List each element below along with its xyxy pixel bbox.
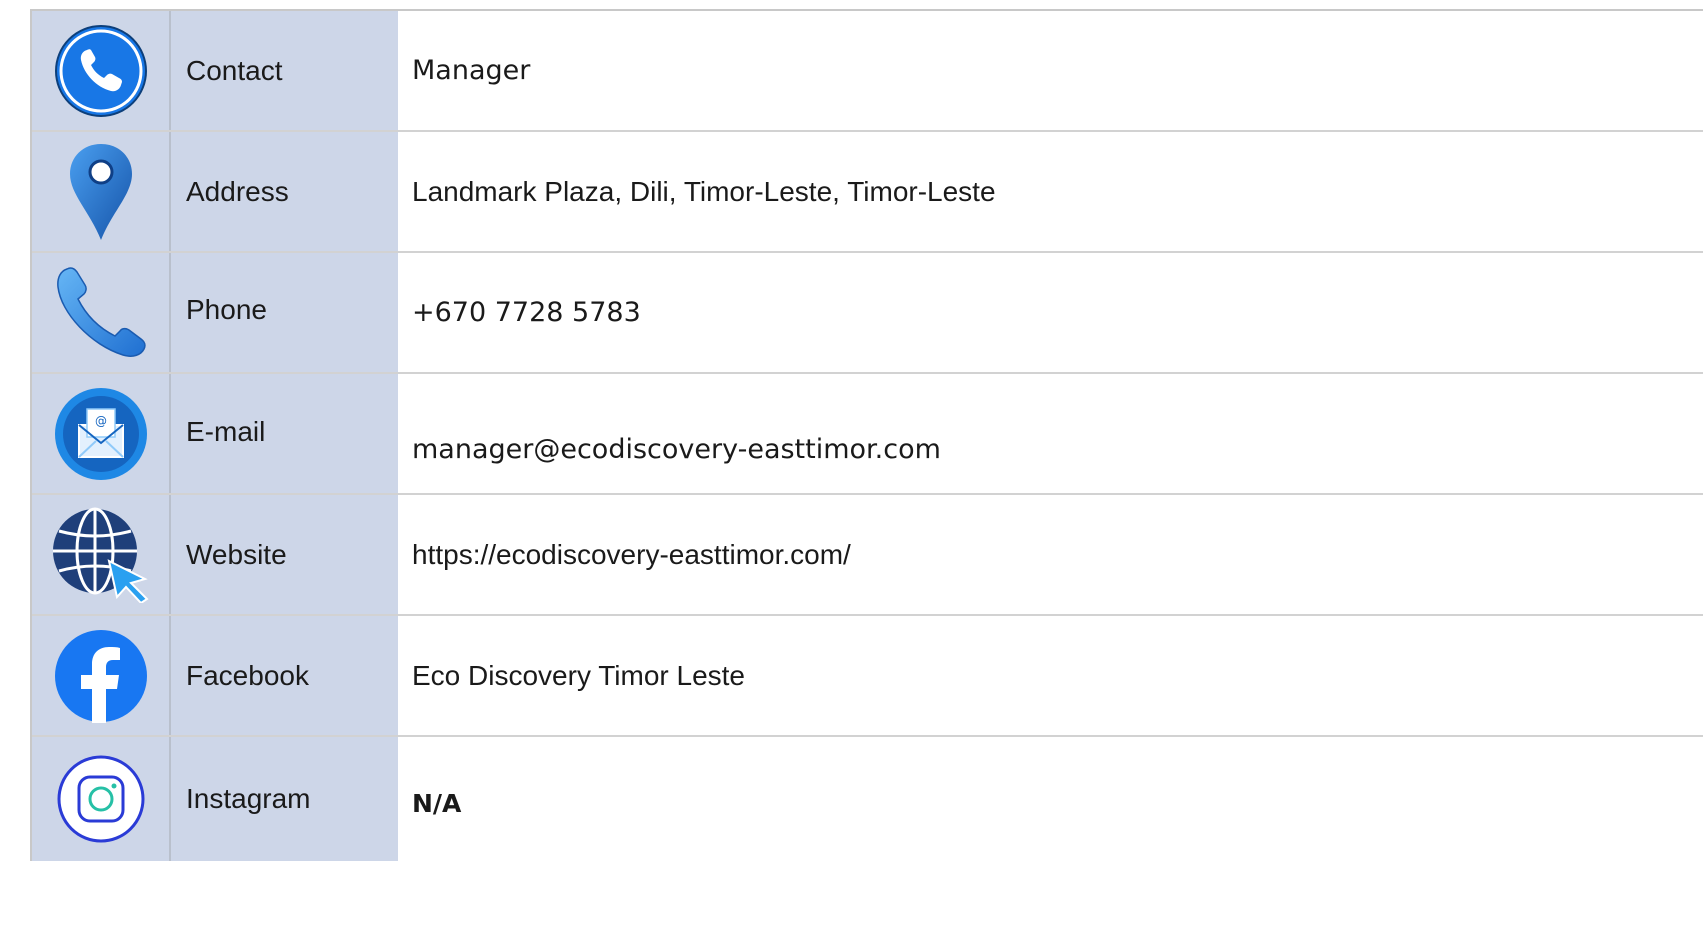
row-label: Phone bbox=[171, 253, 398, 372]
table-row-facebook: Facebook Eco Discovery Timor Leste bbox=[32, 616, 1703, 737]
row-value: N/A bbox=[398, 737, 1703, 861]
row-label: Address bbox=[171, 132, 398, 251]
phone-circle-icon bbox=[54, 24, 147, 117]
website-link[interactable]: https://ecodiscovery-easttimor.com/ bbox=[398, 495, 1703, 614]
icon-cell bbox=[32, 11, 171, 130]
icon-cell bbox=[32, 616, 171, 735]
icon-cell: @ bbox=[32, 374, 171, 493]
icon-cell bbox=[32, 737, 171, 861]
contact-table: Contact Manager Address Landmark Plaza, … bbox=[30, 9, 1703, 861]
icon-cell bbox=[32, 132, 171, 251]
icon-cell bbox=[32, 253, 171, 372]
instagram-icon bbox=[57, 755, 144, 843]
table-row-instagram: Instagram N/A bbox=[32, 737, 1703, 861]
globe-cursor-icon bbox=[52, 507, 149, 603]
row-value: Eco Discovery Timor Leste bbox=[398, 616, 1703, 735]
table-row-website: Website https://ecodiscovery-easttimor.c… bbox=[32, 495, 1703, 616]
svg-text:@: @ bbox=[95, 414, 107, 428]
row-label: E-mail bbox=[171, 374, 398, 493]
facebook-icon bbox=[54, 629, 147, 723]
row-label: Website bbox=[171, 495, 398, 614]
table-row-address: Address Landmark Plaza, Dili, Timor-Lest… bbox=[32, 132, 1703, 253]
table-row-contact: Contact Manager bbox=[32, 11, 1703, 132]
row-value: +670 7728 5783 bbox=[398, 253, 1703, 372]
row-label: Instagram bbox=[171, 737, 398, 861]
table-row-email: @ E-mail manager@ecodiscovery-easttimor.… bbox=[32, 374, 1703, 495]
row-value: Landmark Plaza, Dili, Timor-Leste, Timor… bbox=[398, 132, 1703, 251]
phone-handset-icon bbox=[56, 266, 146, 357]
row-label: Contact bbox=[171, 11, 398, 130]
email-icon: @ bbox=[54, 387, 147, 480]
icon-cell bbox=[32, 495, 171, 614]
row-label: Facebook bbox=[171, 616, 398, 735]
row-value: manager@ecodiscovery-easttimor.com bbox=[398, 374, 1703, 493]
map-pin-icon bbox=[69, 143, 132, 240]
table-row-phone: Phone +670 7728 5783 bbox=[32, 253, 1703, 374]
row-value: Manager bbox=[398, 11, 1703, 130]
